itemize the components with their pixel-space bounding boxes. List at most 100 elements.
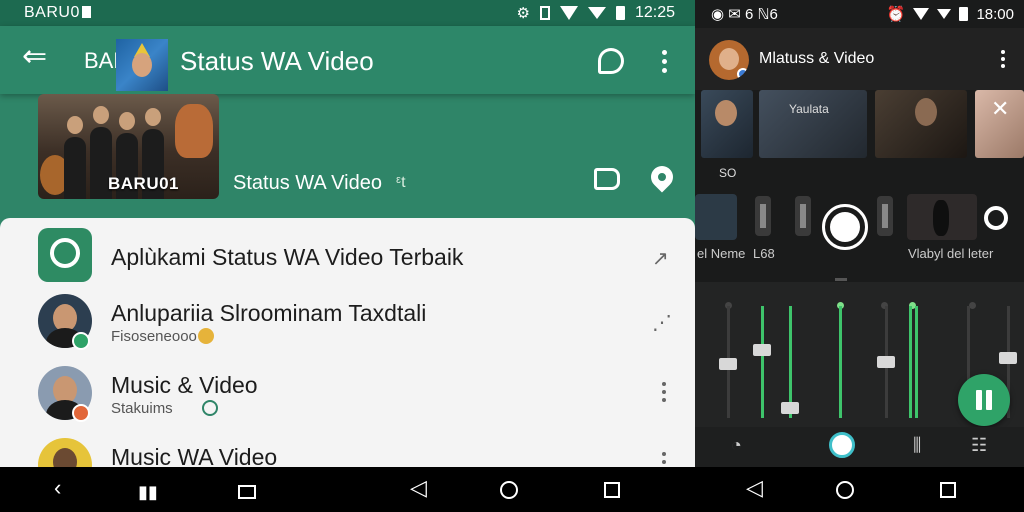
- fader-track[interactable]: [915, 306, 918, 418]
- nav-home-icon[interactable]: [836, 481, 854, 499]
- record-button[interactable]: [822, 204, 868, 250]
- arrow-icon[interactable]: ↗: [652, 246, 669, 271]
- list-item[interactable]: Music WA Video: [0, 438, 695, 467]
- nav-recents-icon[interactable]: [604, 482, 620, 498]
- status-icons: ⏰ 18:00: [886, 5, 1014, 24]
- timer-icon[interactable]: ◔: [731, 435, 742, 456]
- nav-back-icon[interactable]: ‹: [54, 477, 61, 499]
- nav-back-icon[interactable]: ◁: [410, 477, 427, 499]
- back-arrow-icon[interactable]: ⇐: [22, 42, 47, 72]
- list-item[interactable]: Anlupariia Slroominam Taxdtali Fisoseneo…: [0, 294, 695, 364]
- effect-thumb[interactable]: [907, 194, 977, 240]
- avatar[interactable]: [709, 40, 749, 80]
- thumbnail-label: BARU01: [108, 174, 180, 193]
- nav-recents-icon[interactable]: [238, 485, 256, 499]
- emoji-icon: [198, 328, 214, 344]
- pin-icon[interactable]: [646, 161, 678, 193]
- video-strip: Yaulata: [695, 90, 1024, 158]
- battery-icon: [615, 6, 625, 20]
- status-left: ◉ ✉ 6 ℕ6: [711, 6, 778, 23]
- fader-handle[interactable]: [719, 358, 737, 370]
- nav-back-icon[interactable]: ◁: [746, 477, 763, 499]
- brand-avatar: [116, 39, 168, 91]
- page-title: Status WA Video: [180, 46, 374, 76]
- status-bar: ◉ ✉ 6 ℕ6 ⏰ 18:00: [695, 0, 1024, 28]
- channel-led: [969, 302, 976, 309]
- pause-button[interactable]: [958, 374, 1010, 426]
- fader-handle[interactable]: [877, 356, 895, 368]
- video-thumb[interactable]: [701, 90, 753, 158]
- sim-icon: [539, 6, 550, 20]
- battery-icon: [959, 7, 969, 21]
- list-item-title: Anlupariia Slroominam Taxdtali: [111, 300, 427, 326]
- control-knob[interactable]: [877, 196, 893, 236]
- list-item[interactable]: Aplùkami Status WA Video Terbaik ↗: [0, 224, 695, 294]
- more-vert-icon[interactable]: [662, 382, 666, 406]
- status-badge: [72, 332, 90, 350]
- nav-recents-icon[interactable]: [940, 482, 956, 498]
- settings-status-icon: ⚙: [516, 5, 530, 22]
- app-bar: Mlatuss & Video: [695, 28, 1024, 90]
- effect-thumb[interactable]: [695, 194, 737, 240]
- share-icon[interactable]: [594, 168, 620, 190]
- wifi-icon: [913, 8, 930, 20]
- capture-icon[interactable]: [829, 432, 855, 458]
- chat-icon[interactable]: [598, 48, 624, 74]
- divider: [835, 278, 847, 281]
- featured-banner[interactable]: BARU01 Status WA Video ᵋt: [0, 94, 695, 218]
- banner-title: Status WA Video: [233, 172, 382, 194]
- status-list: Aplùkami Status WA Video Terbaik ↗ Anlup…: [0, 218, 695, 467]
- nav-home-icon[interactable]: [500, 481, 518, 499]
- alarm-icon: ⏰: [886, 6, 906, 23]
- app-logo-icon: [38, 228, 92, 282]
- right-panel: ◉ ✉ 6 ℕ6 ⏰ 18:00 Mlatuss & Video Yaulata…: [695, 0, 1024, 467]
- ring-toggle-icon[interactable]: [984, 206, 1008, 230]
- signal-icon: [587, 7, 606, 19]
- clock: 12:25: [634, 4, 675, 21]
- close-icon[interactable]: ✕: [991, 98, 1009, 120]
- nav-home-icon[interactable]: ▮▮: [138, 483, 158, 501]
- video-thumb[interactable]: Yaulata: [759, 90, 867, 158]
- fader-track[interactable]: [839, 306, 842, 418]
- status-badge: [72, 404, 90, 422]
- video-thumb-label: Yaulata: [789, 102, 829, 116]
- system-nav-bar: ‹ ▮▮ ◁ ◁: [0, 467, 1024, 512]
- strip-label: SO: [719, 166, 737, 180]
- list-item-subtitle: Stakuims: [111, 400, 173, 417]
- share-nodes-icon[interactable]: ⋰: [652, 310, 672, 335]
- more-vert-icon[interactable]: [1001, 50, 1005, 71]
- app-bar: ⇐ BARU Status WA Video: [0, 26, 695, 94]
- list-item[interactable]: Music & Video Stakuims: [0, 366, 695, 436]
- banner-mark: ᵋt: [396, 174, 406, 191]
- list-item-subtitle: Fisoseneooo: [111, 328, 197, 345]
- avatar: [38, 438, 92, 467]
- more-vert-icon[interactable]: [662, 452, 666, 467]
- bottom-toolbar: ◔ ⫼ ☷: [695, 427, 1024, 467]
- clock: 18:00: [976, 5, 1014, 23]
- control-label: el Neme: [697, 246, 746, 261]
- carrier-label: BARU0: [24, 4, 91, 22]
- left-panel: BARU0 ⚙ 12:25 ⇐ BARU Status WA Video BAR…: [0, 0, 695, 467]
- status-bar: BARU0 ⚙ 12:25: [0, 0, 695, 26]
- page-title: Mlatuss & Video: [759, 50, 875, 67]
- status-icons: ⚙ 12:25: [517, 4, 676, 22]
- fader-track[interactable]: [909, 306, 912, 418]
- fader-handle[interactable]: [781, 402, 799, 414]
- list-item-title: Music & Video: [111, 372, 258, 398]
- control-label: L68: [753, 246, 775, 261]
- whatsapp-status-icon: ◉ ✉: [711, 6, 745, 23]
- control-label: Vlabyl del leter: [908, 246, 994, 261]
- fader-handle[interactable]: [999, 352, 1017, 364]
- control-knob[interactable]: [755, 196, 771, 236]
- columns-icon[interactable]: ⫼: [913, 435, 921, 456]
- signal-icon: [937, 9, 952, 19]
- grid-icon[interactable]: ☷: [971, 435, 987, 456]
- control-knob[interactable]: [795, 196, 811, 236]
- fader-handle[interactable]: [753, 344, 771, 356]
- video-thumb[interactable]: [875, 90, 967, 158]
- banner-thumbnail[interactable]: BARU01: [38, 94, 219, 199]
- list-item-title: Aplùkami Status WA Video Terbaik: [111, 244, 464, 270]
- fader-track[interactable]: [761, 306, 764, 418]
- wifi-icon: [559, 6, 578, 20]
- more-vert-icon[interactable]: [662, 50, 668, 77]
